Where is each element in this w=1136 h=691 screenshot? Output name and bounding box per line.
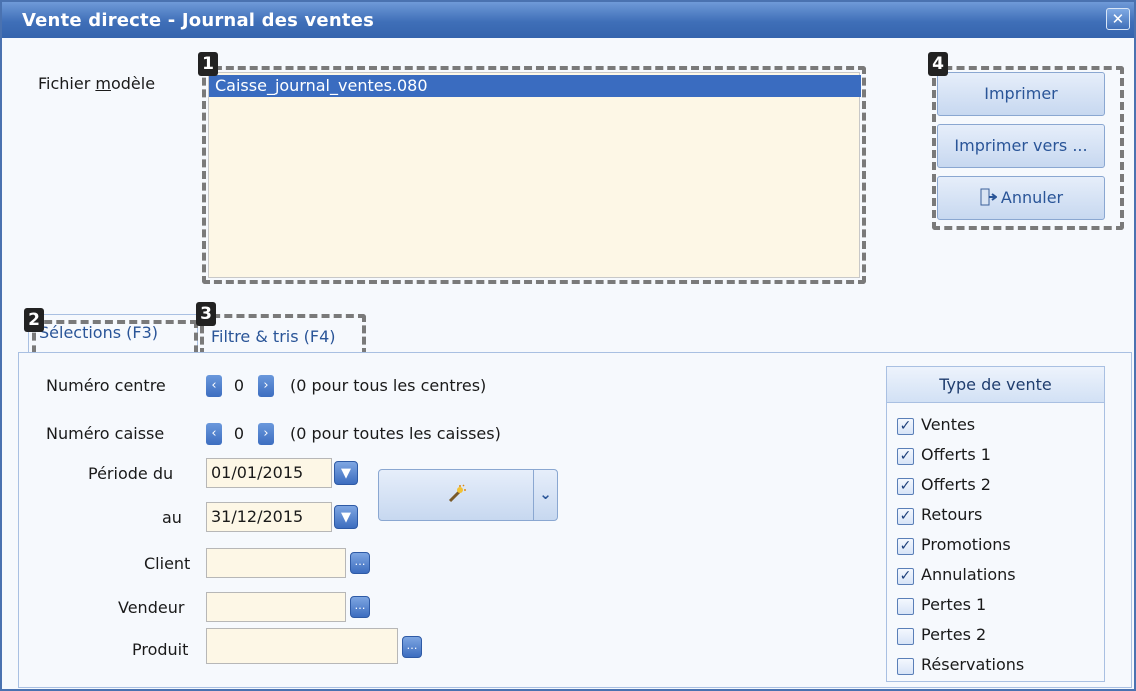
- checkbox-unchecked[interactable]: [897, 628, 914, 645]
- checkbox-unchecked[interactable]: [897, 598, 914, 615]
- sale-type-label: Offerts 2: [921, 475, 991, 494]
- vendeur-field[interactable]: [206, 592, 346, 622]
- sale-type-label: Pertes 1: [921, 595, 987, 614]
- date-from-field[interactable]: 01/01/2015: [206, 458, 332, 488]
- caisse-spinner[interactable]: ‹ 0 ›: [206, 420, 274, 448]
- sale-type-group: Type de vente ✓ Ventes ✓ Offerts 1 ✓ Offerts …: [886, 366, 1105, 682]
- caisse-label: Numéro caisse: [46, 424, 165, 443]
- checkbox-checked[interactable]: ✓: [897, 478, 914, 495]
- caisse-value[interactable]: 0: [226, 423, 252, 445]
- ellipsis-icon[interactable]: …: [402, 636, 422, 658]
- sale-type-label: Réservations: [921, 655, 1025, 674]
- checkbox-checked[interactable]: ✓: [897, 538, 914, 555]
- checkbox-unchecked[interactable]: [897, 658, 914, 675]
- client-field[interactable]: [206, 548, 346, 578]
- template-label-part: odèle: [110, 74, 156, 93]
- template-label-accesskey: m: [95, 74, 111, 93]
- period-wizard-button[interactable]: ⌄: [378, 469, 558, 521]
- checkbox-checked[interactable]: ✓: [897, 448, 914, 465]
- sale-type-label: Promotions: [921, 535, 1011, 554]
- au-label: au: [162, 508, 182, 527]
- marker-4: 4: [928, 52, 948, 76]
- chevron-left-icon[interactable]: ‹: [206, 423, 222, 445]
- centre-label: Numéro centre: [46, 376, 166, 395]
- ellipsis-icon[interactable]: …: [350, 552, 370, 574]
- chevron-right-icon[interactable]: ›: [258, 423, 274, 445]
- centre-spinner[interactable]: ‹ 0 ›: [206, 372, 274, 400]
- template-label-part: Fichier: [38, 74, 96, 93]
- chevron-down-icon[interactable]: ⌄: [533, 470, 557, 520]
- window-title: Vente directe - Journal des ventes: [22, 10, 374, 31]
- caisse-hint: (0 pour toutes les caisses): [290, 424, 501, 443]
- checkbox-checked[interactable]: ✓: [897, 568, 914, 585]
- template-file-label: Fichier modèle: [38, 74, 155, 93]
- title-bar: Vente directe - Journal des ventes ✕: [2, 2, 1134, 38]
- marker-1: 1: [198, 52, 218, 76]
- highlight-frame-1: [202, 66, 866, 284]
- sale-type-label: Annulations: [921, 565, 1016, 584]
- sale-type-title: Type de vente: [887, 367, 1104, 403]
- chevron-down-icon[interactable]: ▼: [334, 461, 358, 485]
- highlight-frame-3: [200, 314, 366, 356]
- vendeur-label: Vendeur: [118, 598, 185, 617]
- highlight-frame-4: [932, 66, 1124, 230]
- checkbox-checked[interactable]: ✓: [897, 418, 914, 435]
- client-label: Client: [144, 554, 191, 573]
- checkbox-checked[interactable]: ✓: [897, 508, 914, 525]
- chevron-down-icon[interactable]: ▼: [334, 505, 358, 529]
- sale-type-label: Ventes: [921, 415, 976, 434]
- date-to-field[interactable]: 31/12/2015: [206, 502, 332, 532]
- centre-hint: (0 pour tous les centres): [290, 376, 487, 395]
- chevron-right-icon[interactable]: ›: [258, 375, 274, 397]
- marker-3: 3: [196, 302, 216, 326]
- periode-label: Période du: [88, 464, 174, 483]
- sale-type-label: Offerts 1: [921, 445, 991, 464]
- marker-2: 2: [24, 308, 44, 332]
- centre-value[interactable]: 0: [226, 375, 252, 397]
- produit-label: Produit: [132, 640, 189, 659]
- chevron-left-icon[interactable]: ‹: [206, 375, 222, 397]
- magic-wand-icon[interactable]: [379, 470, 533, 520]
- sale-type-label: Retours: [921, 505, 983, 524]
- ellipsis-icon[interactable]: …: [350, 596, 370, 618]
- sale-type-label: Pertes 2: [921, 625, 987, 644]
- close-icon[interactable]: ✕: [1106, 8, 1130, 30]
- produit-field[interactable]: [206, 628, 398, 664]
- dialog-window: Vente directe - Journal des ventes ✕ Fic…: [0, 0, 1136, 691]
